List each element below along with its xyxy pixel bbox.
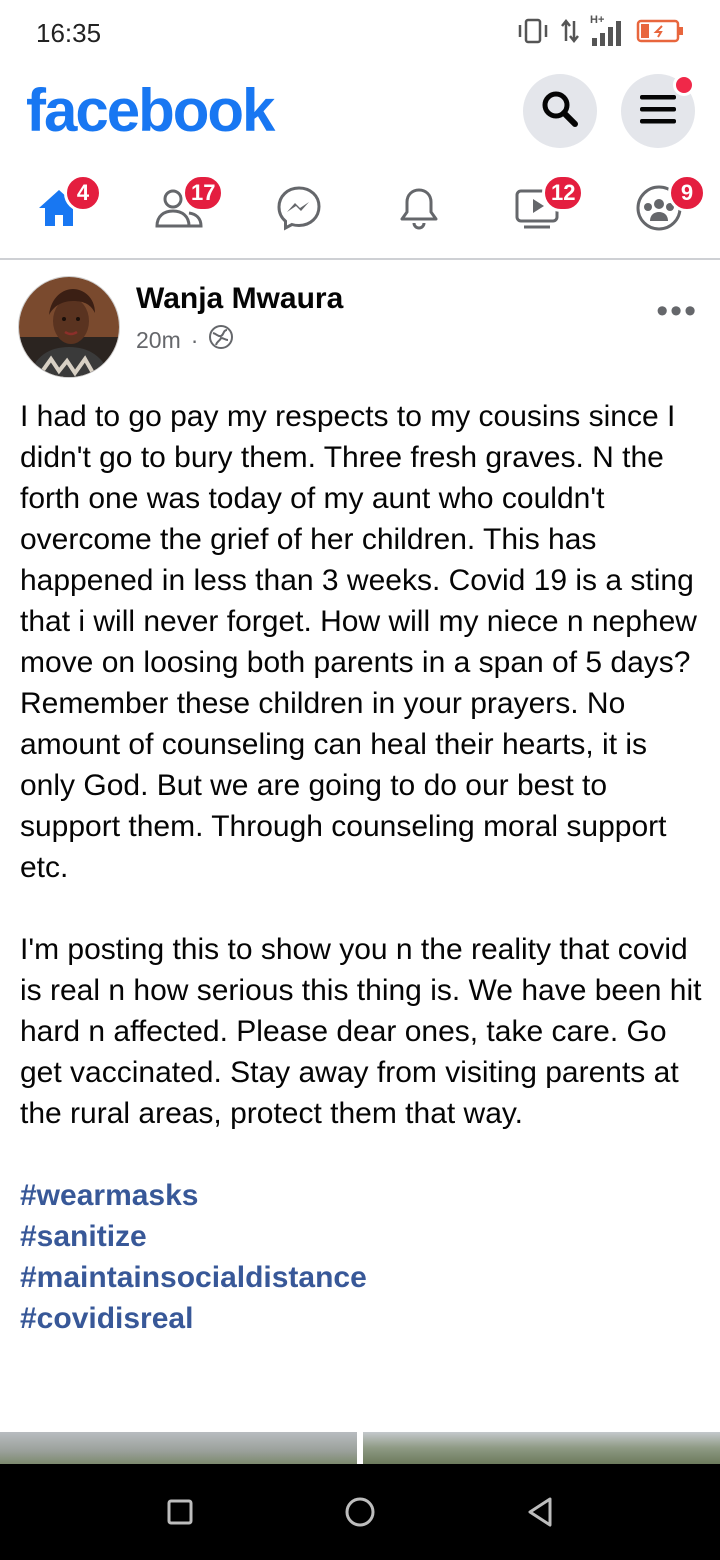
post-text: I had to go pay my respects to my cousin… xyxy=(20,396,704,1339)
menu-notification-dot xyxy=(673,74,695,96)
status-time: 16:35 xyxy=(36,18,102,48)
tab-messenger[interactable] xyxy=(254,180,344,240)
tab-friends[interactable]: 17 xyxy=(134,174,225,240)
tab-home[interactable]: 4 xyxy=(14,174,104,240)
tab-watch[interactable]: 12 xyxy=(494,174,585,240)
hashtag-link[interactable]: #maintainsocialdistance xyxy=(20,1257,704,1298)
post-paragraph-2: I'm posting this to show you n the reali… xyxy=(20,933,702,1130)
hashtag-link[interactable]: #wearmasks xyxy=(20,1175,704,1216)
system-navigation-bar xyxy=(0,1464,720,1560)
search-button[interactable] xyxy=(523,74,597,148)
hamburger-menu-icon xyxy=(638,91,678,132)
tab-groups[interactable]: 9 xyxy=(614,174,706,240)
post-photo[interactable] xyxy=(0,1432,357,1464)
facebook-logo[interactable]: facebook xyxy=(26,76,275,145)
hashtag-list: #wearmasks #sanitize #maintainsocialdist… xyxy=(20,1175,704,1339)
hashtag-link[interactable]: #sanitize xyxy=(20,1216,704,1257)
meta-separator: · xyxy=(190,326,199,353)
post-meta: 20m · xyxy=(136,324,234,356)
search-icon xyxy=(540,89,580,134)
author-avatar[interactable] xyxy=(18,276,120,378)
battery-icon xyxy=(636,18,684,49)
back-triangle-icon[interactable] xyxy=(518,1490,562,1534)
menu-button[interactable] xyxy=(621,74,695,148)
messenger-icon xyxy=(275,184,323,237)
tab-notifications[interactable] xyxy=(374,180,464,240)
tab-watch-badge: 12 xyxy=(542,174,585,212)
author-name[interactable]: Wanja Mwaura xyxy=(136,282,343,316)
nav-bar: 4 17 12 9 xyxy=(0,160,720,260)
post-photos[interactable] xyxy=(0,1432,720,1464)
vibrate-icon xyxy=(516,17,550,50)
bell-icon xyxy=(397,184,441,237)
status-icons: H+ xyxy=(516,14,684,50)
tab-home-badge: 4 xyxy=(64,174,102,212)
square-icon[interactable] xyxy=(158,1490,202,1534)
globe-icon xyxy=(208,324,234,356)
post-options-button[interactable]: ••• xyxy=(656,292,698,331)
status-bar: 16:35 H+ xyxy=(0,0,720,64)
tab-friends-badge: 17 xyxy=(182,174,225,212)
app-header: facebook xyxy=(0,64,720,156)
post-paragraph-1: I had to go pay my respects to my cousin… xyxy=(20,400,697,884)
signal-icon: H+ xyxy=(590,14,626,48)
post-time[interactable]: 20m xyxy=(136,327,181,354)
data-transfer-icon xyxy=(560,17,580,50)
circle-icon[interactable] xyxy=(338,1490,382,1534)
hashtag-link[interactable]: #covidisreal xyxy=(20,1298,704,1339)
tab-groups-badge: 9 xyxy=(668,174,706,212)
post-photo[interactable] xyxy=(363,1432,720,1464)
